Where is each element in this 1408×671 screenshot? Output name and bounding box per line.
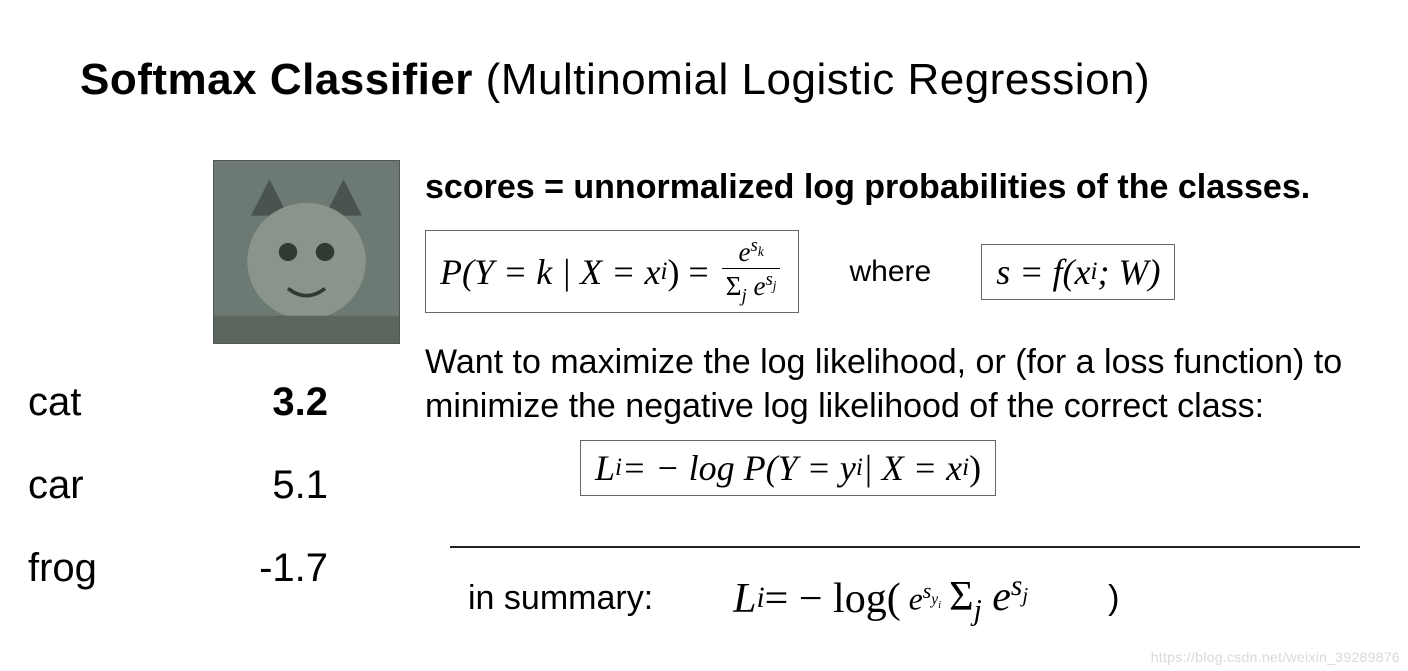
eq-text: i	[938, 599, 941, 611]
title-light: (Multinomial Logistic Regression)	[473, 55, 1150, 104]
cat-image	[213, 160, 400, 344]
eq-text: s	[923, 578, 932, 603]
score-row-frog: frog -1.7	[28, 546, 328, 591]
fraction: esyi	[905, 580, 945, 617]
score-value: -1.7	[259, 546, 328, 591]
summary-row: in summary: Li = − log( esyi Σj esj )	[468, 570, 1119, 627]
eq-text: | X = x	[863, 447, 962, 489]
score-value: 3.2	[272, 380, 328, 425]
eq-text: L	[733, 575, 756, 623]
eq-text: j	[1022, 585, 1028, 607]
watermark: https://blog.csdn.net/weixin_39289876	[1151, 649, 1400, 665]
eq-text: )	[1108, 579, 1119, 618]
eq-text: Σ	[949, 574, 973, 620]
score-label: car	[28, 463, 84, 508]
title-bold: Softmax Classifier	[80, 55, 473, 104]
eq-text: = − log P(Y = y	[622, 447, 856, 489]
eq-text: j	[773, 278, 777, 293]
slide: Softmax Classifier (Multinomial Logistic…	[0, 0, 1408, 671]
eq-text: e	[739, 237, 751, 267]
slide-title: Softmax Classifier (Multinomial Logistic…	[80, 55, 1150, 105]
equation-row-prob: P(Y = k | X = xi) = esk Σj esj where s =…	[425, 230, 1175, 313]
eq-text: ; W)	[1097, 251, 1160, 293]
eq-text: e	[909, 582, 923, 617]
equation-row-loss: Li = − log P(Y = yi | X = xi)	[580, 440, 996, 496]
equation-score-fn: s = f(xi; W)	[981, 244, 1175, 300]
score-row-car: car 5.1	[28, 463, 328, 508]
equation-nll: Li = − log P(Y = yi | X = xi)	[580, 440, 996, 496]
want-text: Want to maximize the log likelihood, or …	[425, 340, 1355, 428]
fraction: esk Σj esj	[722, 237, 781, 306]
eq-text: k	[758, 244, 764, 259]
score-row-cat: cat 3.2	[28, 380, 328, 425]
eq-text: L	[595, 447, 615, 489]
equation-summary: Li = − log( esyi Σj esj	[733, 570, 1028, 627]
eq-text: e	[982, 574, 1011, 620]
eq-text: Σ	[726, 271, 742, 301]
eq-text: s	[750, 235, 757, 256]
eq-text: = − log(	[765, 575, 901, 623]
scores-column: cat 3.2 car 5.1 frog -1.7	[28, 380, 398, 629]
eq-text: s = f(x	[996, 251, 1090, 293]
scores-heading: scores = unnormalized log probabilities …	[425, 168, 1310, 207]
eq-text: s	[1011, 570, 1022, 602]
eq-text: e	[747, 271, 766, 301]
where-label: where	[849, 255, 931, 289]
eq-text: P(Y = k | X = x	[440, 251, 660, 293]
eq-text: j	[974, 594, 982, 626]
eq-text: s	[765, 269, 772, 290]
score-label: frog	[28, 546, 97, 591]
summary-label: in summary:	[468, 579, 653, 618]
divider	[450, 546, 1360, 548]
score-value: 5.1	[272, 463, 328, 508]
equation-softmax-prob: P(Y = k | X = xi) = esk Σj esj	[425, 230, 799, 313]
score-label: cat	[28, 380, 81, 425]
